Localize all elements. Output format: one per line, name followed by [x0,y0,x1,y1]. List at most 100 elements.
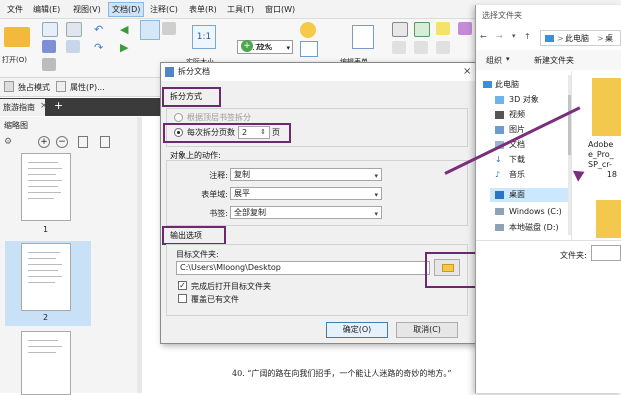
menu-view[interactable]: 视图(V) [70,3,104,16]
back-arrow-icon[interactable]: ← [480,32,487,41]
ok-button[interactable]: 确定(O) [326,322,388,338]
pc-icon [545,35,554,42]
thumbnail-page-2[interactable] [21,243,71,311]
video-icon [495,111,504,119]
document-tab[interactable]: 旅游指南 [0,99,45,116]
new-folder-button[interactable]: 新建文件夹 [534,55,574,66]
sign-icon[interactable] [458,22,472,35]
menu-form[interactable]: 表单(R) [186,3,220,16]
tree-item-pc[interactable]: 此电脑 [483,78,569,92]
menu-edit[interactable]: 编辑(E) [30,3,63,16]
folder-icon[interactable] [592,78,621,136]
formfields-value: 展平 [234,189,250,198]
edit-form-icon[interactable] [352,25,374,49]
tree-item-3d[interactable]: 3D 对象 [495,93,569,107]
overwrite-label[interactable]: 覆盖已有文件 [191,294,239,305]
organize-button[interactable]: 组织 [486,55,502,66]
folder-dialog-titlebar: 选择文件夹 [476,5,621,27]
annotations-select[interactable]: 复制 ▾ [230,168,382,181]
textbox-icon[interactable] [392,22,408,37]
hand-tool-icon[interactable] [140,20,160,40]
annotations-value: 复制 [234,170,250,179]
folder-icon[interactable] [596,200,621,238]
zoom-out-thumb-icon[interactable]: − [56,136,68,148]
radio-bookmarks[interactable] [174,113,183,122]
list-tool-icon[interactable] [392,41,406,54]
open-folder-icon[interactable] [4,27,30,47]
open-after-label[interactable]: 完成后打开目标文件夹 [191,281,271,292]
radio-pages[interactable] [174,128,183,137]
combo-tool-icon[interactable] [414,41,428,54]
forward-icon[interactable]: ▶ [120,41,128,54]
thumbnail-page-1[interactable] [21,153,71,221]
thumbnail-page-3[interactable] [21,331,71,395]
address-bar[interactable]: > 此电脑 > 桌 [540,30,621,46]
new-icon[interactable] [42,22,58,37]
zoom-in-thumb-icon[interactable]: + [38,136,50,148]
form-icon[interactable] [300,41,318,57]
open-button-label[interactable]: 打开(O) [2,55,27,65]
formfields-select[interactable]: 展平 ▾ [230,187,382,200]
folder-icon [442,264,454,272]
folder-name[interactable]: Adobe e_Pro_ SP_cr- 18 [588,140,621,180]
exclusive-mode-label[interactable]: 独占模式 [18,82,50,93]
bookmarks-select[interactable]: 全部复制 ▾ [230,206,382,219]
comment-icon[interactable] [300,22,316,38]
extract-page-icon[interactable] [100,136,110,148]
path-pc[interactable]: 此电脑 [565,31,589,47]
mail-icon[interactable] [66,22,82,37]
exclusive-mode-icon[interactable] [4,81,14,92]
folder-name-input[interactable] [591,245,621,261]
browse-folder-button[interactable] [434,259,460,276]
menu-file[interactable]: 文件 [4,3,26,16]
zoom-in-label[interactable]: 放大 [257,42,271,52]
forward-arrow-icon[interactable]: → [496,32,503,41]
pages-spinner[interactable]: 2 ⇕ [238,126,270,139]
recent-dropdown-icon[interactable]: ▾ [512,32,516,40]
properties-icon[interactable] [56,81,66,92]
checkbox-tool-icon[interactable] [414,22,430,37]
cancel-button[interactable]: 取消(C) [396,322,458,338]
save-icon[interactable] [42,40,56,53]
zoom-in-icon[interactable]: + [241,40,253,52]
menu-document[interactable]: 文档(D) [108,2,145,17]
button-tool-icon[interactable] [436,41,450,54]
gear-icon[interactable]: ⚙ [4,137,12,147]
open-after-checkbox[interactable]: ✓ [178,281,187,290]
spinner-arrows-icon[interactable]: ⇕ [260,127,266,138]
menu-window[interactable]: 窗口(W) [262,3,298,16]
snapshot-icon[interactable] [162,22,176,35]
download-arrow-icon: ↓ [495,155,502,164]
undo-icon[interactable]: ↶ [94,23,103,36]
radio-bookmarks-label[interactable]: 根据顶层书签拆分 [187,112,251,123]
thumbnail-toolbar: ⚙ + − [4,135,134,151]
close-tab-icon[interactable]: × [40,101,48,111]
overwrite-checkbox[interactable] [178,294,187,303]
path-desktop[interactable]: 桌 [605,31,613,47]
highlight-icon[interactable] [436,22,450,35]
folder-dialog-toolbar: 组织 ▾ 新建文件夹 [476,50,621,70]
print-icon[interactable] [42,58,56,71]
tree-item-music[interactable]: ♪ 音乐 [495,168,569,182]
thumbnail-label: 1 [43,225,49,234]
back-icon[interactable]: ◀ [120,23,128,36]
scan-icon[interactable] [66,40,80,53]
new-tab-icon[interactable]: + [54,99,63,112]
properties-label[interactable]: 属性(P)... [70,82,105,93]
menu-comment[interactable]: 注释(C) [147,3,181,16]
insert-page-icon[interactable] [78,136,88,148]
tree-item-drive-c[interactable]: Windows (C:) [495,205,569,219]
tree-item-desktop[interactable]: 桌面 [490,188,570,202]
close-icon[interactable]: × [463,63,471,81]
formfields-label: 表单域: [201,190,228,199]
actual-size-icon[interactable]: 1:1 [192,25,216,49]
target-folder-input[interactable]: C:\Users\Mloong\Desktop [176,261,430,275]
redo-icon[interactable]: ↷ [94,41,103,54]
chevron-down-icon: ▾ [374,210,378,218]
menu-tools[interactable]: 工具(T) [224,3,257,16]
chevron-down-icon: ▾ [506,55,510,63]
radio-pages-label[interactable]: 每次拆分页数 [187,127,235,138]
tree-item-drive-d[interactable]: 本地磁盘 (D:) [495,221,569,235]
tree-item-downloads[interactable]: ↓ 下载 [495,153,569,167]
up-arrow-icon[interactable]: ↑ [524,32,531,41]
